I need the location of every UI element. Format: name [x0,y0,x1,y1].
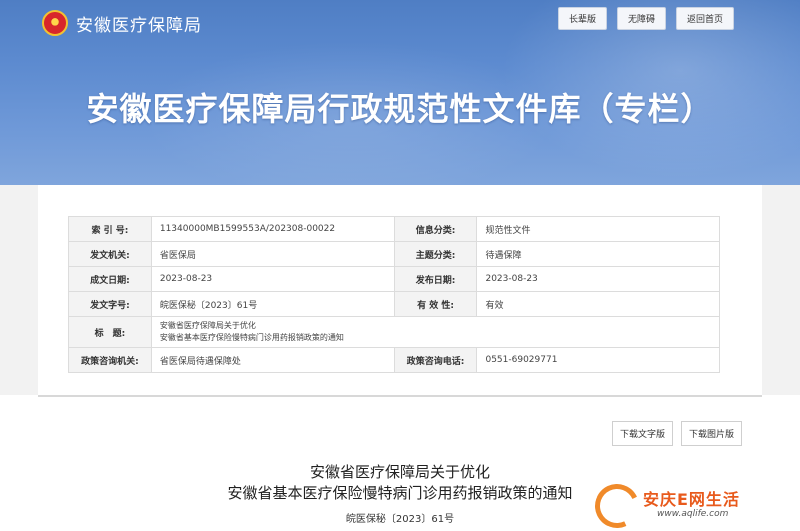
national-emblem-icon [42,10,68,36]
table-row: 标 题: 安徽省医疗保障局关于优化 安徽省基本医疗保险慢特病门诊用药报销政策的通… [68,316,721,348]
consult-tel-label: 政策咨询电话: [393,347,478,373]
table-row: 成文日期: 2023-08-23 发布日期: 2023-08-23 [68,266,720,292]
watermark-logo-icon [588,477,646,531]
home-button[interactable]: 返回首页 [675,7,734,30]
index-value: 11340000MB1599553A/202308-00022 [150,216,395,242]
consult-tel-value: 0551-69029771 [476,347,720,373]
watermark-url: www.aqlife.com [657,509,729,519]
banner-title: 安徽医疗保障局行政规范性文件库（专栏） [86,90,714,128]
left-margin [0,185,38,395]
topic-label: 主题分类: [393,241,478,267]
header-banner: 安徽医疗保障局 长辈版 无障碍 返回首页 安徽医疗保障局行政规范性文件库（专栏） [0,0,800,185]
table-row: 索 引 号: 11340000MB1599553A/202308-00022 信… [68,216,720,242]
top-buttons: 长辈版 无障碍 返回首页 [557,7,734,30]
topic-value: 待遇保障 [476,241,720,267]
category-label: 信息分类: [393,216,478,242]
published-date-value: 2023-08-23 [476,266,720,292]
download-buttons: 下载文字版 下载图片版 [611,421,742,446]
created-date-value: 2023-08-23 [150,266,395,292]
title-value: 安徽省医疗保障局关于优化 安徽省基本医疗保险慢特病门诊用药报销政策的通知 [150,316,721,348]
doc-number-label: 发文字号: [68,291,152,317]
table-row: 发文机关: 省医保局 主题分类: 待遇保障 [68,241,720,267]
watermark-text: 安庆E网生活 [643,490,740,509]
validity-value: 有效 [476,291,720,317]
watermark: 安庆E网生活 www.aqlife.com [588,477,790,531]
table-row: 政策咨询机关: 省医保局待遇保障处 政策咨询电话: 0551-69029771 [68,347,720,373]
index-label: 索 引 号: [68,216,152,242]
consult-org-label: 政策咨询机关: [68,347,152,373]
divider [38,395,762,397]
accessibility-button[interactable]: 无障碍 [616,7,666,30]
title-label: 标 题: [68,316,152,348]
title-value-line2: 安徽省基本医疗保险慢特病门诊用药报销政策的通知 [159,333,344,342]
issuer-label: 发文机关: [68,241,152,267]
category-value: 规范性文件 [476,216,720,242]
document-title-line1: 安徽省医疗保障局关于优化 [309,463,490,481]
right-margin [762,185,800,395]
created-date-label: 成文日期: [68,266,152,292]
validity-label: 有 效 性: [393,291,478,317]
document-info-table: 索 引 号: 11340000MB1599553A/202308-00022 信… [68,216,721,373]
published-date-label: 发布日期: [393,266,478,292]
download-image-button[interactable]: 下载图片版 [680,421,742,446]
title-value-line1: 安徽省医疗保障局关于优化 [159,321,256,330]
table-row: 发文字号: 皖医保秘〔2023〕61号 有 效 性: 有效 [68,291,720,317]
doc-number-value: 皖医保秘〔2023〕61号 [150,291,395,317]
consult-org-value: 省医保局待遇保障处 [150,347,395,373]
brand[interactable]: 安徽医疗保障局 [42,10,202,36]
issuer-value: 省医保局 [150,241,395,267]
brand-name: 安徽医疗保障局 [76,15,202,36]
elder-mode-button[interactable]: 长辈版 [557,7,607,30]
download-text-button[interactable]: 下载文字版 [611,421,673,446]
